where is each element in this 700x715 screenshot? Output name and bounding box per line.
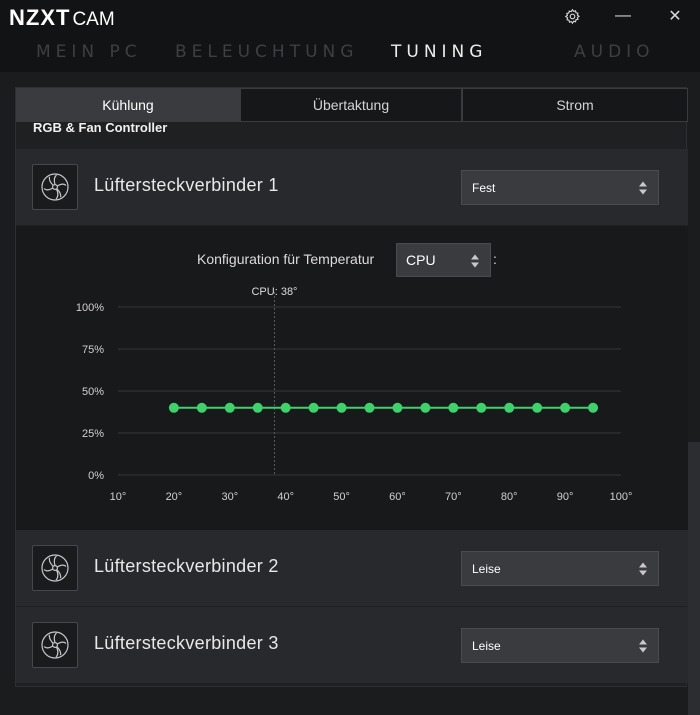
fan-curve-point[interactable] (308, 402, 319, 413)
fan-mode-select[interactable]: Fest (461, 170, 659, 205)
fan-row-1: Lüftersteckverbinder 1 Fest (16, 149, 688, 225)
select-arrows-icon (639, 181, 647, 195)
app-name: CAM (72, 9, 115, 30)
fan-row-3: Lüftersteckverbinder 3 Leise (16, 607, 688, 683)
x-tick-label: 90° (557, 491, 574, 503)
gear-icon (564, 8, 580, 24)
x-tick-label: 40° (277, 491, 294, 503)
nav-audio[interactable]: AUDIO (574, 42, 655, 62)
nav-beleuchtung[interactable]: BELEUCHTUNG (175, 42, 358, 62)
fan-curve-point[interactable] (420, 402, 431, 413)
y-tick-label: 50% (82, 386, 104, 398)
close-button[interactable]: ✕ (662, 4, 688, 28)
tab-strom[interactable]: Strom (462, 88, 688, 122)
fan-curve-point[interactable] (504, 402, 515, 413)
x-tick-label: 10° (110, 491, 127, 503)
fan-icon (32, 545, 78, 591)
fan-curve-area: Konfiguration für Temperatur CPU : 0% 25%… (16, 226, 688, 530)
app-logo: NZXT CAM (9, 5, 115, 31)
y-tick-label: 100% (76, 302, 104, 314)
minimize-button[interactable]: — (610, 4, 636, 28)
fan-mode-value: Leise (472, 638, 501, 653)
fan-curve-point[interactable] (560, 402, 571, 413)
y-tick-label: 25% (82, 428, 104, 440)
brand-name: NZXT (9, 5, 71, 30)
y-tick-label: 75% (82, 344, 104, 356)
fan-mode-value: Leise (472, 561, 501, 576)
x-tick-label: 30° (221, 491, 238, 503)
x-tick-label: 100° (610, 491, 633, 503)
fan-mode-select[interactable]: Leise (461, 628, 659, 663)
settings-button[interactable] (559, 4, 585, 28)
y-tick-label: 0% (88, 470, 104, 482)
fan-curve-point[interactable] (588, 402, 599, 413)
fan-curve-point[interactable] (168, 402, 179, 413)
title-bar: NZXT CAM — ✕ (0, 0, 700, 34)
sub-tabs: Kühlung Übertaktung Strom (16, 88, 688, 122)
nav-tuning[interactable]: TUNING (391, 42, 487, 62)
fan-curve-point[interactable] (448, 402, 459, 413)
fan-curve-point[interactable] (476, 402, 487, 413)
fan-curve-point[interactable] (532, 402, 543, 413)
fan-curve-point[interactable] (364, 402, 375, 413)
x-tick-label: 60° (389, 491, 406, 503)
current-temp-label: CPU: 38° (251, 286, 297, 298)
fan-mode-select[interactable]: Leise (461, 551, 659, 586)
fan-label: Lüftersteckverbinder 3 (94, 633, 279, 653)
select-arrows-icon (639, 562, 647, 576)
fan-row-2: Lüftersteckverbinder 2 Leise (16, 530, 688, 606)
fan-mode-value: Fest (472, 180, 496, 195)
select-arrows-icon (639, 639, 647, 653)
section-title: RGB & Fan Controller (33, 120, 168, 135)
tab-kuehlung[interactable]: Kühlung (16, 88, 240, 122)
x-tick-label: 20° (166, 491, 183, 503)
main-navigation: MEIN PC BELEUCHTUNG TUNING AUDIO (0, 34, 700, 72)
fan-label: Lüftersteckverbinder 2 (94, 556, 279, 576)
fan-curve-point[interactable] (224, 402, 235, 413)
fan-curve-point[interactable] (392, 402, 403, 413)
x-tick-label: 80° (501, 491, 518, 503)
tuning-panel: Kühlung Übertaktung Strom RGB & Fan Cont… (15, 87, 688, 687)
x-tick-label: 50° (333, 491, 350, 503)
minimize-icon: — (615, 7, 631, 24)
tab-uebertaktung[interactable]: Übertaktung (240, 88, 462, 122)
fan-curve-point[interactable] (336, 402, 347, 413)
scrollbar[interactable] (688, 442, 700, 715)
fan-curve-chart[interactable]: 0% 25% 50% 75% 100% 10° 20° 30° 40° 50° 60° 70° 80° 9… (16, 226, 688, 530)
fan-curve-point[interactable] (196, 402, 207, 413)
x-tick-label: 70° (445, 491, 462, 503)
nav-mein-pc[interactable]: MEIN PC (36, 42, 142, 62)
fan-icon (32, 622, 78, 668)
fan-curve-point[interactable] (252, 402, 263, 413)
fan-curve-point[interactable] (280, 402, 291, 413)
close-icon: ✕ (668, 8, 682, 25)
fan-label: Lüftersteckverbinder 1 (94, 175, 279, 195)
fan-icon (32, 164, 78, 210)
